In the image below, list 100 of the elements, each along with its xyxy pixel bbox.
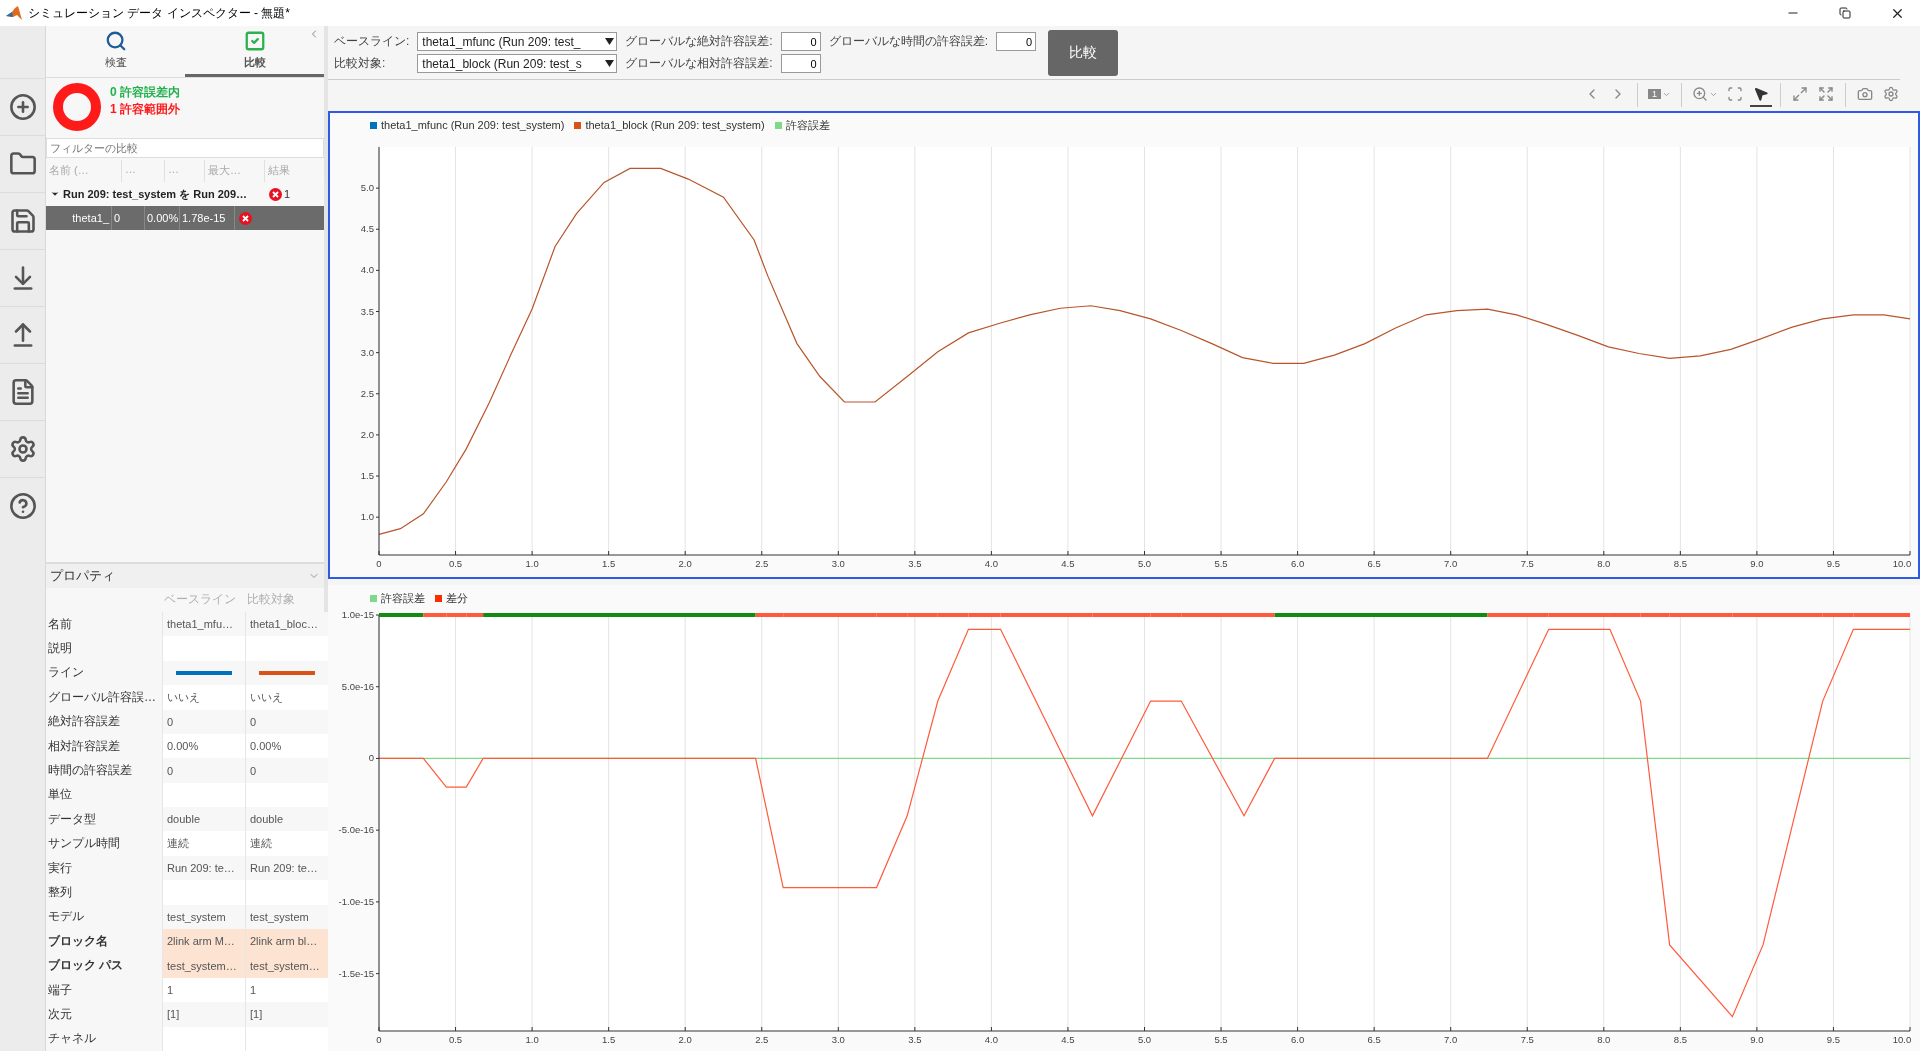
tolerance-field[interactable]: 0 — [780, 32, 821, 51]
x-tick-label: 2.0 — [678, 1034, 692, 1045]
x-tick-label: 0.5 — [448, 558, 463, 569]
signal-row[interactable]: theta1_ 0 0.00% 1.78e-15 — [46, 206, 324, 230]
tolerance-label: グローバルな相対許容誤差: — [625, 55, 773, 72]
search-icon — [104, 30, 127, 52]
x-tick-label: 7.0 — [1444, 1034, 1458, 1045]
side-tab[interactable]: 比較 — [185, 26, 324, 77]
property-value: 2link arm bl… — [245, 929, 328, 954]
table-cell: 0 — [112, 206, 145, 230]
y-tick-label: 1.0e-15 — [341, 609, 374, 620]
table-cell: 1.78e-15 — [180, 206, 235, 230]
x-tick-label: 2.5 — [755, 1034, 769, 1045]
property-value: 連続 — [245, 831, 328, 856]
x-tick-label: 6.0 — [1291, 1034, 1305, 1045]
property-value: theta1_bloc… — [245, 611, 328, 637]
column-header: 比較対象 — [246, 591, 296, 609]
property-label: 単位 — [47, 786, 73, 804]
settings-icon — [8, 435, 37, 463]
folder-icon — [8, 150, 37, 178]
property-value: 1 — [162, 977, 245, 1003]
x-tick-label: 6.5 — [1367, 558, 1381, 569]
x-tick-label: 9.5 — [1826, 558, 1841, 569]
property-label: ブロック名 — [47, 932, 109, 950]
table-cell: 0.00% — [145, 206, 180, 230]
x-tick-label: 5.0 — [1137, 1034, 1152, 1045]
property-value: test_system… — [245, 953, 328, 978]
x-tick-label: 4.5 — [1061, 558, 1075, 569]
property-value: 0 — [245, 709, 328, 734]
property-label: 実行 — [47, 859, 73, 877]
layout-button[interactable]: 1 — [1646, 83, 1673, 107]
x-tick-label: 0 — [376, 1034, 382, 1045]
tolerance-label: グローバルな時間の許容誤差: — [828, 33, 989, 50]
x-tick-label: 1.5 — [602, 558, 616, 569]
save-icon — [8, 207, 37, 235]
tolerance-field[interactable]: 0 — [780, 54, 821, 73]
y-tick-label: 3.5 — [360, 305, 374, 317]
x-tick-label: 4.0 — [984, 1034, 998, 1045]
property-label: データ型 — [47, 810, 97, 828]
tolerance-label: グローバルな絶対許容誤差: — [625, 33, 773, 50]
error-icon — [269, 187, 282, 201]
property-value: 2link arm M… — [162, 929, 245, 954]
x-tick-label: 7.5 — [1520, 1034, 1534, 1045]
properties-title: プロパティ — [50, 566, 115, 585]
x-tick-label: 3.0 — [831, 1034, 845, 1045]
y-tick-label: 1.5 — [360, 470, 374, 482]
x-tick-label: 2.0 — [678, 558, 692, 569]
y-tick-label: 2.0 — [360, 428, 374, 440]
legend-label: 許容誤差 — [381, 590, 425, 606]
property-label: 名前 — [47, 615, 73, 633]
property-value: test_system — [245, 904, 328, 930]
tolerance-field[interactable]: 0 — [996, 32, 1037, 51]
x-tick-label: 10.0 — [1892, 1034, 1912, 1045]
x-tick-label: 9.0 — [1750, 1034, 1764, 1045]
baseline-dropdown[interactable]: theta1_mfunc (Run 209: test_ — [417, 32, 618, 51]
property-label: サンプル時間 — [47, 835, 121, 853]
x-tick-label: 1.5 — [602, 1034, 616, 1045]
property-value: 0.00% — [162, 733, 245, 759]
plot-panel[interactable]: 許容誤差 差分 0 0.5 1.0 1.5 2.0 2.5 3.0 3.5 4.0 4.5 5.0 5.5 6.0 6.5 7.0 7.5 8.0 8.5 9.0 9.5 10.0 1.0e-15 5.0e-16 0 -5.0e-16 -1.0e-15 -1.5e-15 — [328, 585, 1920, 1051]
compare-to-label: 比較対象: — [334, 55, 387, 72]
cursor-icon — [1753, 86, 1769, 102]
property-value: 連続 — [162, 831, 245, 856]
x-tick-label: 8.0 — [1597, 558, 1611, 569]
restore-icon — [1839, 7, 1851, 19]
y-tick-label: -1.0e-15 — [338, 895, 374, 907]
x-tick-label: 5.5 — [1214, 558, 1228, 569]
zoom-icon — [1692, 86, 1708, 102]
x-tick-label: 1.0 — [525, 1034, 539, 1045]
table-cell: theta1_ — [46, 206, 112, 230]
x-tick-label: 6.5 — [1367, 1034, 1381, 1045]
side-tab[interactable]: 検査 — [46, 26, 185, 77]
property-value: いいえ — [162, 685, 245, 710]
y-tick-label: 5.0 — [360, 182, 374, 194]
dropdown-caret-icon — [605, 60, 615, 67]
property-value: Run 209: te… — [245, 855, 328, 881]
compare-button[interactable]: 比較 — [1048, 29, 1119, 76]
x-tick-label: 9.5 — [1826, 1034, 1841, 1045]
property-label: ブロック パス — [47, 957, 125, 975]
plot-panel[interactable]: theta1_mfunc (Run 209: test_system) theta1_block (Run 209: test_system) 許容誤差 0 0.5 1.0 1.5 2.0 2.5 3.0 3.5 4.0 4.5 5.0 5.5 6.0 6.5 7.0 7.5 8.0 8.5 9.0 9.5 10.0 1.0 1.5 2.0 2.5 3.0 3.5 4.0 4.5 5.0 — [328, 111, 1920, 579]
summary-count: 1 許容範囲外 — [110, 101, 180, 118]
expand-icon[interactable] — [50, 189, 60, 199]
fullscreen-icon — [1818, 86, 1834, 102]
property-label: グローバル許容誤… — [47, 688, 157, 706]
compare-to-dropdown[interactable]: theta1_block (Run 209: test_s — [417, 54, 618, 73]
y-tick-label: 3.0 — [360, 346, 374, 358]
y-tick-label: 5.0e-16 — [341, 680, 374, 692]
camera-icon — [1857, 86, 1873, 102]
property-label: チャネル — [47, 1030, 97, 1048]
property-value: 0.00% — [245, 733, 328, 759]
property-value: いいえ — [245, 685, 328, 710]
dropdown-caret-icon — [605, 38, 615, 45]
property-label: ライン — [47, 664, 85, 682]
comparison-group-row[interactable]: Run 209: test_system を Run 209… 1 — [46, 182, 324, 206]
x-tick-label: 8.5 — [1673, 1034, 1687, 1045]
filter-field[interactable]: フィルターの比較 — [46, 138, 324, 158]
column-header: ベースライン — [163, 591, 237, 609]
x-tick-label: 5.0 — [1137, 558, 1152, 569]
result-ring-drawing — [52, 82, 102, 132]
window-title: シミュレーション データ インスペクター - 無題* — [28, 4, 291, 22]
legend-label: theta1_mfunc (Run 209: test_system) — [381, 119, 565, 131]
